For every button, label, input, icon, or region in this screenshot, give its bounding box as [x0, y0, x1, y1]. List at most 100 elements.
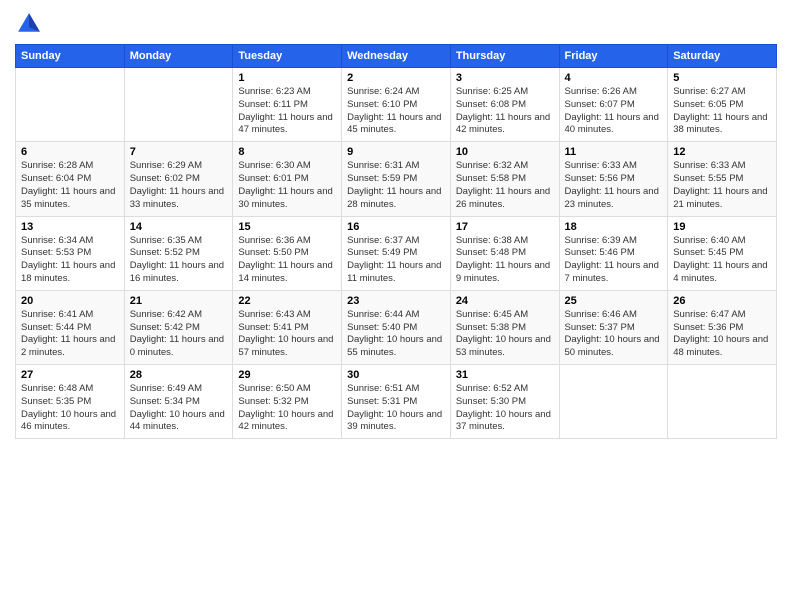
day-number: 4	[565, 72, 663, 84]
day-cell: 3Sunrise: 6:25 AM Sunset: 6:08 PM Daylig…	[450, 68, 559, 142]
day-cell: 20 Sunrise: 6:41 AM Sunset: 5:44 PM Dayli…	[16, 290, 125, 364]
day-info: Sunrise: 6:39 AM Sunset: 5:46 PM Dayligh…	[565, 235, 663, 286]
day-cell: 28 Sunrise: 6:49 AM Sunset: 5:34 PM Dayli…	[124, 365, 233, 439]
day-info: Sunrise: 6:52 AM Sunset: 5:30 PM Dayligh…	[456, 383, 554, 434]
day-number: 28	[130, 369, 228, 381]
day-number: 3	[456, 72, 554, 84]
day-info: Sunrise: 6:29 AM Sunset: 6:02 PM Dayligh…	[130, 160, 228, 211]
day-cell: 7 Sunrise: 6:29 AM Sunset: 6:02 PM Daylig…	[124, 142, 233, 216]
header-row: SundayMondayTuesdayWednesdayThursdayFrid…	[16, 45, 777, 68]
day-info: Sunrise: 6:27 AM Sunset: 6:05 PM Dayligh…	[673, 86, 771, 137]
day-info: Sunrise: 6:48 AM Sunset: 5:35 PM Dayligh…	[21, 383, 119, 434]
day-info: Sunrise: 6:43 AM Sunset: 5:41 PM Dayligh…	[238, 309, 336, 360]
day-info: Sunrise: 6:42 AM Sunset: 5:42 PM Dayligh…	[130, 309, 228, 360]
day-info: Sunrise: 6:30 AM Sunset: 6:01 PM Dayligh…	[238, 160, 336, 211]
day-number: 30	[347, 369, 445, 381]
day-info: Sunrise: 6:40 AM Sunset: 5:45 PM Dayligh…	[673, 235, 771, 286]
day-cell: 16 Sunrise: 6:37 AM Sunset: 5:49 PM Dayli…	[342, 216, 451, 290]
day-number: 10	[456, 146, 554, 158]
day-cell: 1Sunrise: 6:23 AM Sunset: 6:11 PM Daylig…	[233, 68, 342, 142]
day-cell: 27 Sunrise: 6:48 AM Sunset: 5:35 PM Dayli…	[16, 365, 125, 439]
day-cell: 5 Sunrise: 6:27 AM Sunset: 6:05 PM Daylig…	[668, 68, 777, 142]
day-info: Sunrise: 6:34 AM Sunset: 5:53 PM Dayligh…	[21, 235, 119, 286]
day-number: 7	[130, 146, 228, 158]
day-cell: 19 Sunrise: 6:40 AM Sunset: 5:45 PM Dayli…	[668, 216, 777, 290]
day-number: 8	[238, 146, 336, 158]
col-header-tuesday: Tuesday	[233, 45, 342, 68]
logo	[15, 10, 47, 38]
day-number: 26	[673, 295, 771, 307]
day-cell: 31Sunrise: 6:52 AM Sunset: 5:30 PM Dayli…	[450, 365, 559, 439]
day-info: Sunrise: 6:24 AM Sunset: 6:10 PM Dayligh…	[347, 86, 445, 137]
day-number: 12	[673, 146, 771, 158]
day-number: 29	[238, 369, 336, 381]
day-number: 16	[347, 221, 445, 233]
day-number: 27	[21, 369, 119, 381]
col-header-wednesday: Wednesday	[342, 45, 451, 68]
day-info: Sunrise: 6:49 AM Sunset: 5:34 PM Dayligh…	[130, 383, 228, 434]
day-cell: 6Sunrise: 6:28 AM Sunset: 6:04 PM Daylig…	[16, 142, 125, 216]
day-cell: 8 Sunrise: 6:30 AM Sunset: 6:01 PM Daylig…	[233, 142, 342, 216]
day-cell: 15 Sunrise: 6:36 AM Sunset: 5:50 PM Dayli…	[233, 216, 342, 290]
day-cell: 21 Sunrise: 6:42 AM Sunset: 5:42 PM Dayli…	[124, 290, 233, 364]
day-number: 5	[673, 72, 771, 84]
day-info: Sunrise: 6:47 AM Sunset: 5:36 PM Dayligh…	[673, 309, 771, 360]
day-info: Sunrise: 6:51 AM Sunset: 5:31 PM Dayligh…	[347, 383, 445, 434]
day-number: 23	[347, 295, 445, 307]
week-row-2: 6Sunrise: 6:28 AM Sunset: 6:04 PM Daylig…	[16, 142, 777, 216]
col-header-monday: Monday	[124, 45, 233, 68]
day-info: Sunrise: 6:38 AM Sunset: 5:48 PM Dayligh…	[456, 235, 554, 286]
day-info: Sunrise: 6:41 AM Sunset: 5:44 PM Dayligh…	[21, 309, 119, 360]
col-header-saturday: Saturday	[668, 45, 777, 68]
day-number: 25	[565, 295, 663, 307]
day-info: Sunrise: 6:44 AM Sunset: 5:40 PM Dayligh…	[347, 309, 445, 360]
week-row-4: 20 Sunrise: 6:41 AM Sunset: 5:44 PM Dayli…	[16, 290, 777, 364]
day-number: 2	[347, 72, 445, 84]
calendar-table: SundayMondayTuesdayWednesdayThursdayFrid…	[15, 44, 777, 439]
day-cell: 18 Sunrise: 6:39 AM Sunset: 5:46 PM Dayli…	[559, 216, 668, 290]
day-cell	[559, 365, 668, 439]
day-cell: 30 Sunrise: 6:51 AM Sunset: 5:31 PM Dayli…	[342, 365, 451, 439]
day-info: Sunrise: 6:33 AM Sunset: 5:56 PM Dayligh…	[565, 160, 663, 211]
day-info: Sunrise: 6:35 AM Sunset: 5:52 PM Dayligh…	[130, 235, 228, 286]
col-header-friday: Friday	[559, 45, 668, 68]
header	[15, 10, 777, 38]
day-cell: 24 Sunrise: 6:45 AM Sunset: 5:38 PM Dayli…	[450, 290, 559, 364]
day-number: 19	[673, 221, 771, 233]
day-number: 22	[238, 295, 336, 307]
day-number: 15	[238, 221, 336, 233]
day-info: Sunrise: 6:33 AM Sunset: 5:55 PM Dayligh…	[673, 160, 771, 211]
day-cell: 17 Sunrise: 6:38 AM Sunset: 5:48 PM Dayli…	[450, 216, 559, 290]
day-number: 21	[130, 295, 228, 307]
day-number: 20	[21, 295, 119, 307]
day-info: Sunrise: 6:46 AM Sunset: 5:37 PM Dayligh…	[565, 309, 663, 360]
day-number: 1	[238, 72, 336, 84]
day-number: 18	[565, 221, 663, 233]
day-info: Sunrise: 6:32 AM Sunset: 5:58 PM Dayligh…	[456, 160, 554, 211]
day-cell: 26 Sunrise: 6:47 AM Sunset: 5:36 PM Dayli…	[668, 290, 777, 364]
day-number: 17	[456, 221, 554, 233]
day-cell	[16, 68, 125, 142]
day-info: Sunrise: 6:37 AM Sunset: 5:49 PM Dayligh…	[347, 235, 445, 286]
day-cell: 23 Sunrise: 6:44 AM Sunset: 5:40 PM Dayli…	[342, 290, 451, 364]
day-info: Sunrise: 6:36 AM Sunset: 5:50 PM Dayligh…	[238, 235, 336, 286]
day-number: 24	[456, 295, 554, 307]
col-header-sunday: Sunday	[16, 45, 125, 68]
day-cell: 25 Sunrise: 6:46 AM Sunset: 5:37 PM Dayli…	[559, 290, 668, 364]
day-number: 11	[565, 146, 663, 158]
day-cell: 29Sunrise: 6:50 AM Sunset: 5:32 PM Dayli…	[233, 365, 342, 439]
day-cell: 13 Sunrise: 6:34 AM Sunset: 5:53 PM Dayli…	[16, 216, 125, 290]
day-cell: 4 Sunrise: 6:26 AM Sunset: 6:07 PM Daylig…	[559, 68, 668, 142]
day-cell: 11 Sunrise: 6:33 AM Sunset: 5:56 PM Dayli…	[559, 142, 668, 216]
day-info: Sunrise: 6:45 AM Sunset: 5:38 PM Dayligh…	[456, 309, 554, 360]
day-cell: 14 Sunrise: 6:35 AM Sunset: 5:52 PM Dayli…	[124, 216, 233, 290]
day-cell: 22 Sunrise: 6:43 AM Sunset: 5:41 PM Dayli…	[233, 290, 342, 364]
week-row-5: 27 Sunrise: 6:48 AM Sunset: 5:35 PM Dayli…	[16, 365, 777, 439]
day-cell	[124, 68, 233, 142]
day-number: 14	[130, 221, 228, 233]
day-number: 13	[21, 221, 119, 233]
day-info: Sunrise: 6:26 AM Sunset: 6:07 PM Dayligh…	[565, 86, 663, 137]
day-cell: 10 Sunrise: 6:32 AM Sunset: 5:58 PM Dayli…	[450, 142, 559, 216]
day-number: 9	[347, 146, 445, 158]
col-header-thursday: Thursday	[450, 45, 559, 68]
